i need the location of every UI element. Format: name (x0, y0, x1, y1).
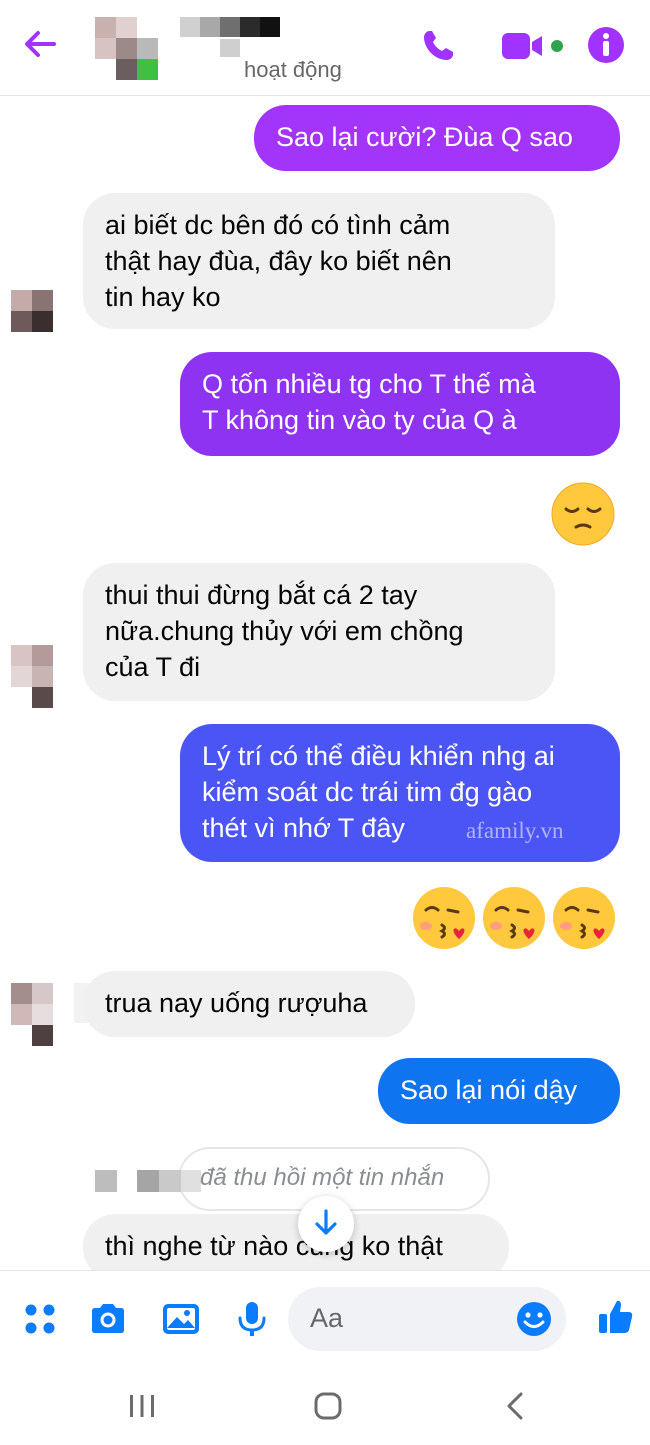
message-text: nữa.chung thủy với em chồng (105, 616, 464, 646)
video-camera-icon[interactable] (500, 26, 568, 66)
info-icon[interactable] (586, 25, 626, 65)
contact-avatar[interactable] (95, 17, 159, 81)
message-text: T không tin vào ty của Q à (202, 405, 517, 435)
message-bubble-out[interactable]: Q tốn nhiều tg cho T thế mà T không tin … (180, 352, 620, 456)
redaction-block (159, 1170, 181, 1192)
message-bubble-out[interactable]: Sao lại nói dậy (378, 1058, 620, 1124)
recalled-message-text: đã thu hồi một tin nhắn (200, 1164, 445, 1191)
back-icon[interactable] (496, 1386, 536, 1426)
message-bubble-out[interactable]: Sao lại cười? Đùa Q sao (254, 105, 620, 171)
arrow-left-icon[interactable] (18, 22, 62, 66)
pensive-face-emoji[interactable] (550, 481, 616, 547)
face-blowing-kiss-emoji[interactable] (551, 885, 617, 951)
recents-icon[interactable] (122, 1386, 162, 1426)
message-text: thui thui đừng bắt cá 2 tay (105, 580, 418, 610)
arrow-down-icon (315, 1209, 337, 1235)
sender-avatar[interactable] (11, 645, 53, 709)
camera-icon[interactable] (88, 1299, 128, 1339)
face-blowing-kiss-emoji[interactable] (481, 885, 547, 951)
contact-name-redacted[interactable] (180, 17, 284, 57)
chat-header: hoạt động (0, 0, 650, 96)
message-text: Sao lại nói dậy (400, 1075, 578, 1105)
sender-avatar[interactable] (11, 290, 53, 332)
message-text: thì nghe từ nào cũng ko thật (105, 1231, 443, 1261)
message-text: thật hay đùa, đây ko biết nên (105, 246, 452, 276)
message-text: Sao lại cười? Đùa Q sao (276, 122, 573, 152)
redaction-block (95, 1170, 117, 1192)
message-text: kiểm soát dc trái tim đg gào (202, 777, 533, 807)
phone-icon[interactable] (418, 26, 458, 66)
redaction-block (181, 1170, 201, 1192)
face-blowing-kiss-emoji[interactable] (411, 885, 477, 951)
scroll-to-bottom-button[interactable] (298, 1196, 354, 1252)
message-text: Q tốn nhiều tg cho T thế mà (202, 369, 536, 399)
watermark: afamily.vn (466, 818, 564, 843)
message-input[interactable]: Aa (288, 1287, 566, 1351)
active-status: hoạt động (244, 57, 342, 82)
thumbs-up-icon[interactable] (596, 1297, 636, 1337)
online-dot-icon (551, 40, 563, 52)
message-input-placeholder: Aa (310, 1303, 344, 1333)
message-bubble-in[interactable]: thui thui đừng bắt cá 2 tay nữa.chung th… (83, 563, 555, 701)
message-text: tin hay ko (105, 282, 221, 312)
message-text: Lý trí có thể điều khiển nhg ai (202, 741, 555, 771)
message-text: của T đi (105, 652, 201, 682)
emoji-icon[interactable] (514, 1299, 554, 1339)
menu-dots-icon[interactable] (20, 1299, 60, 1339)
redaction-block (137, 1170, 159, 1192)
message-text: trua nay uống rượuha (105, 988, 368, 1018)
microphone-icon[interactable] (232, 1299, 272, 1339)
message-bubble-in[interactable]: ai biết dc bên đó có tình cảm thật hay đ… (83, 193, 555, 329)
system-navigation-bar (0, 1366, 650, 1445)
home-icon[interactable] (308, 1386, 348, 1426)
sender-avatar[interactable] (11, 983, 53, 1047)
message-composer: Aa (0, 1270, 650, 1366)
gallery-icon[interactable] (160, 1299, 202, 1339)
message-bubble-in[interactable]: trua nay uống rượuha (83, 971, 415, 1037)
message-text: ai biết dc bên đó có tình cảm (105, 210, 451, 240)
